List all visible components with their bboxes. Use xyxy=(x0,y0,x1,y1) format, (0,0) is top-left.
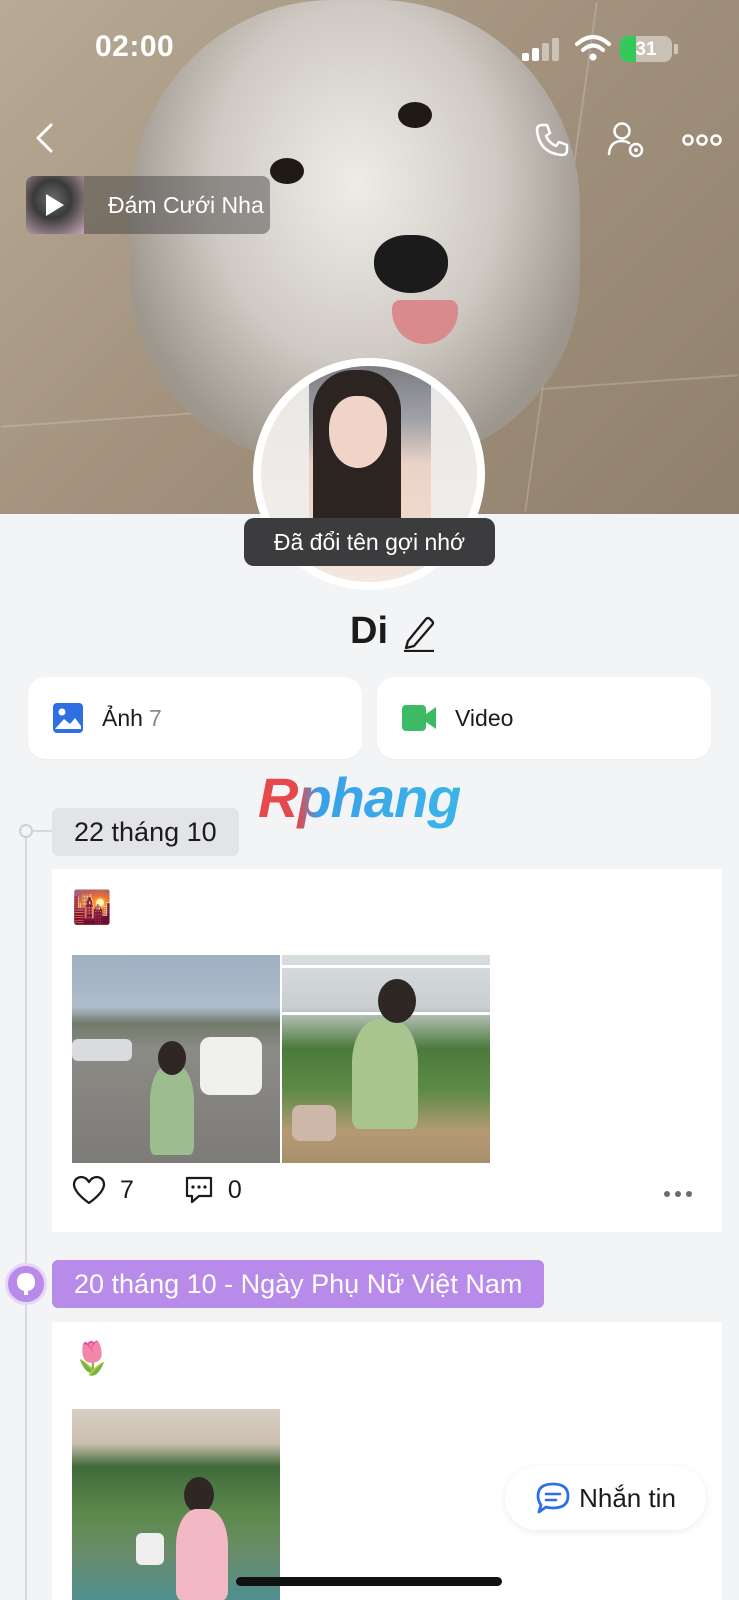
post-photo[interactable] xyxy=(72,955,280,1163)
date-chip: 22 tháng 10 xyxy=(52,808,239,856)
battery-icon: 31 xyxy=(620,36,672,62)
play-icon xyxy=(46,194,64,216)
message-button-label: Nhắn tin xyxy=(579,1482,676,1513)
image-icon xyxy=(53,703,83,733)
cellular-signal-icon xyxy=(522,37,564,61)
timeline-post[interactable]: 🌷 xyxy=(52,1322,722,1600)
toast-message: Đã đổi tên gợi nhớ xyxy=(244,518,495,566)
timeline-line xyxy=(25,830,27,1600)
more-button[interactable] xyxy=(680,118,724,162)
timeline-post[interactable]: 🌇 7 0 xyxy=(52,869,722,1232)
call-button[interactable] xyxy=(530,118,574,162)
message-button[interactable]: Nhắn tin xyxy=(505,1466,706,1530)
chevron-left-icon xyxy=(36,123,53,153)
holiday-date-chip: 20 tháng 10 - Ngày Phụ Nữ Việt Nam xyxy=(52,1260,545,1308)
back-button[interactable] xyxy=(24,118,64,158)
music-title: Đám Cưới Nha xyxy=(108,191,264,218)
post-emoji: 🌷 xyxy=(72,1340,112,1376)
battery-level: 31 xyxy=(635,39,657,60)
user-gear-icon xyxy=(607,122,644,158)
post-photo[interactable] xyxy=(282,955,490,1163)
photos-count: 7 xyxy=(148,704,162,731)
pencil-icon[interactable] xyxy=(402,614,436,652)
profile-music-chip[interactable]: Đám Cưới Nha xyxy=(26,176,270,234)
wifi-icon xyxy=(575,35,611,61)
profile-settings-button[interactable] xyxy=(604,118,648,162)
like-count: 7 xyxy=(120,1175,134,1204)
post-photo[interactable] xyxy=(72,1409,280,1600)
comment-icon[interactable] xyxy=(184,1175,214,1205)
videos-card[interactable]: Video xyxy=(377,677,711,759)
status-time: 02:00 xyxy=(95,30,175,63)
home-indicator xyxy=(236,1577,502,1586)
heart-icon[interactable] xyxy=(72,1175,106,1205)
comment-count: 0 xyxy=(227,1175,242,1204)
timeline-dot xyxy=(19,824,33,838)
watermark-logo: Rphang xyxy=(258,766,461,829)
video-camera-icon xyxy=(402,705,436,731)
music-thumbnail xyxy=(26,176,84,234)
phone-icon xyxy=(535,123,569,157)
post-actions: 7 0 xyxy=(72,1175,242,1205)
photos-label: Ảnh xyxy=(102,704,143,731)
photos-card[interactable]: Ảnh 7 xyxy=(28,677,362,759)
profile-name: Di xyxy=(350,610,388,652)
videos-label: Video xyxy=(455,704,514,731)
post-emoji: 🌇 xyxy=(72,889,112,925)
more-horizontal-icon xyxy=(682,134,722,146)
post-more-icon[interactable] xyxy=(664,1191,692,1197)
chat-bubble-icon xyxy=(536,1482,570,1514)
holiday-badge-icon xyxy=(5,1263,47,1305)
